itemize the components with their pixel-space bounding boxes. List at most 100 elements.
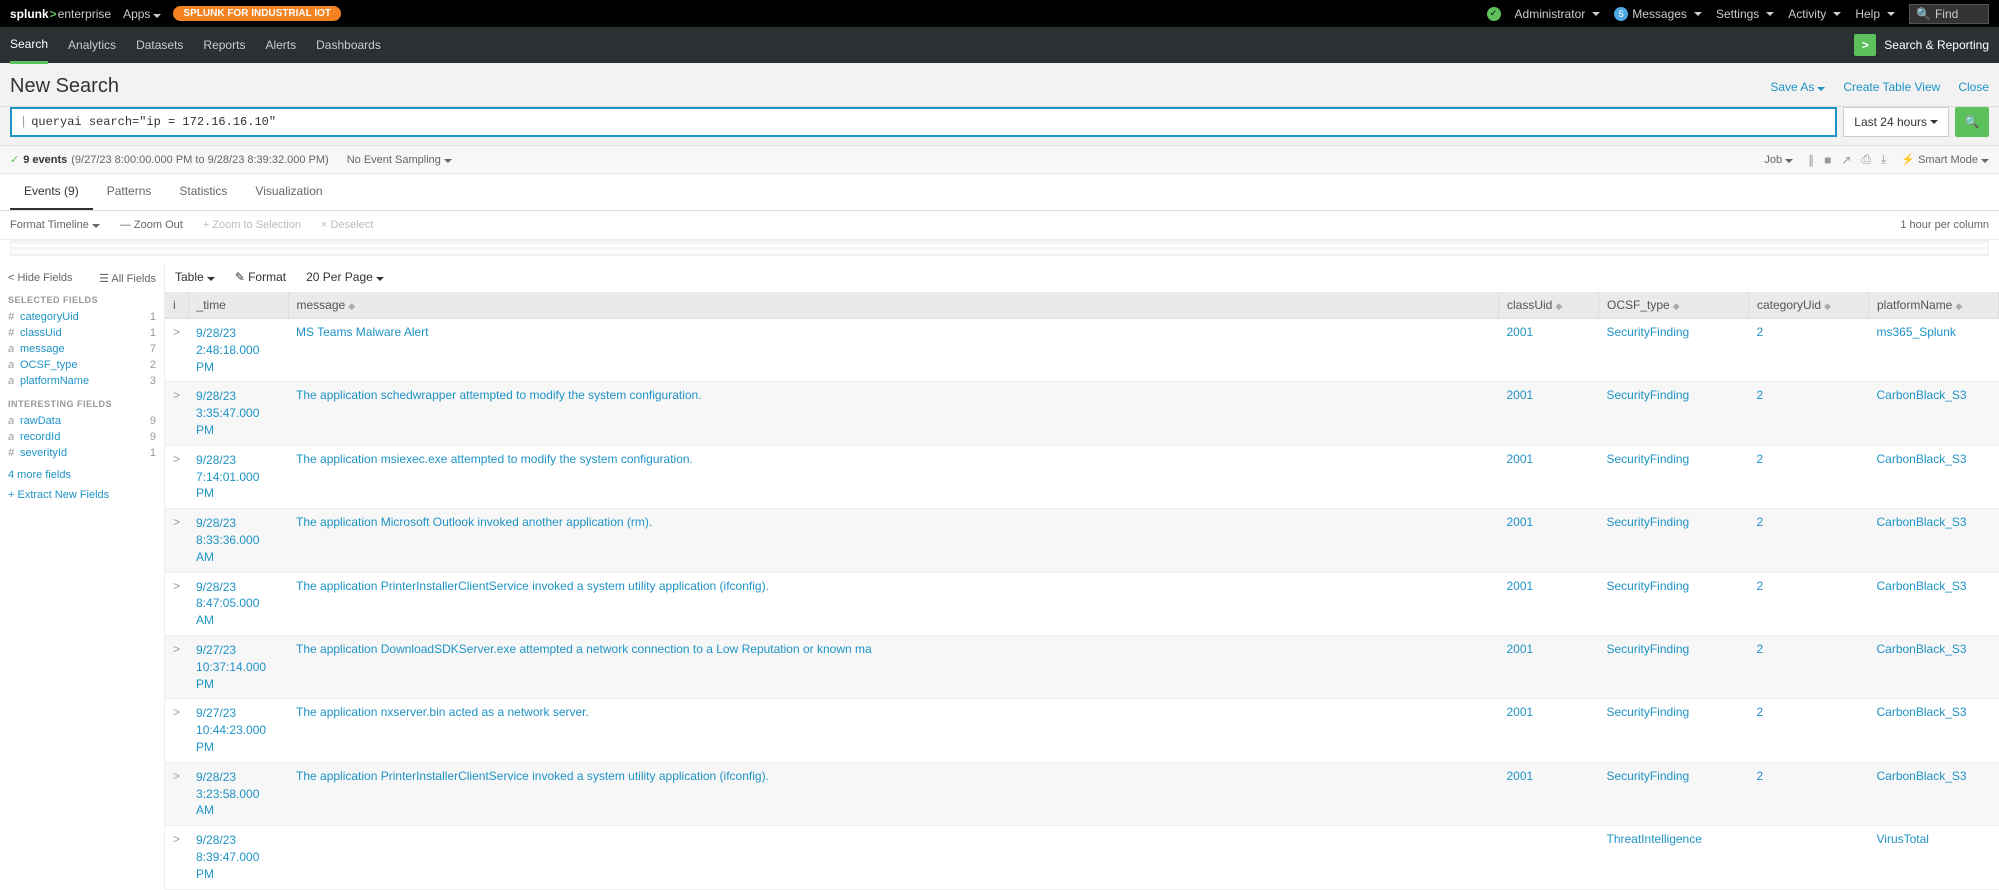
nav-datasets[interactable]: Datasets (136, 28, 183, 62)
job-menu[interactable]: Job (1764, 154, 1793, 166)
time-range-picker[interactable]: Last 24 hours (1843, 107, 1949, 137)
cell-categoryuid[interactable]: 2 (1749, 635, 1869, 698)
cell-ocsf[interactable]: SecurityFinding (1599, 635, 1749, 698)
field-item[interactable]: arecordId9 (8, 429, 156, 445)
cell-classuid[interactable]: 2001 (1499, 635, 1599, 698)
col-categoryuid[interactable]: categoryUid◆ (1749, 292, 1869, 319)
expand-row[interactable]: > (165, 319, 188, 382)
cell-time[interactable]: 9/28/23 3:23:58.000 AM (188, 762, 288, 825)
cell-ocsf[interactable]: SecurityFinding (1599, 319, 1749, 382)
format-timeline[interactable]: Format Timeline (10, 219, 100, 231)
cell-ocsf[interactable]: ThreatIntelligence (1599, 826, 1749, 889)
tab-visualization[interactable]: Visualization (241, 174, 336, 210)
table-view-menu[interactable]: Table (175, 270, 215, 284)
search-input[interactable]: | queryai search="ip = 172.16.16.10" (10, 107, 1837, 137)
cell-platform[interactable]: CarbonBlack_S3 (1869, 445, 1999, 508)
cell-classuid[interactable]: 2001 (1499, 572, 1599, 635)
field-item[interactable]: #severityId1 (8, 445, 156, 461)
cell-classuid[interactable]: 2001 (1499, 509, 1599, 572)
expand-row[interactable]: > (165, 762, 188, 825)
all-fields[interactable]: ☰ All Fields (99, 272, 156, 285)
cell-platform[interactable]: CarbonBlack_S3 (1869, 762, 1999, 825)
tab-events[interactable]: Events (9) (10, 174, 93, 210)
cell-time[interactable]: 9/28/23 2:48:18.000 PM (188, 319, 288, 382)
cell-message[interactable]: The application PrinterInstallerClientSe… (288, 572, 1498, 635)
cell-categoryuid[interactable]: 2 (1749, 445, 1869, 508)
cell-categoryuid[interactable]: 2 (1749, 572, 1869, 635)
cell-classuid[interactable]: 2001 (1499, 445, 1599, 508)
col-info[interactable]: i (165, 292, 188, 319)
cell-message[interactable]: MS Teams Malware Alert (288, 319, 1498, 382)
share-icon[interactable]: ↗ (1841, 153, 1851, 167)
cell-platform[interactable]: CarbonBlack_S3 (1869, 509, 1999, 572)
cell-time[interactable]: 9/27/23 10:37:14.000 PM (188, 635, 288, 698)
cell-classuid[interactable]: 2001 (1499, 319, 1599, 382)
cell-categoryuid[interactable] (1749, 826, 1869, 889)
cell-message[interactable]: The application nxserver.bin acted as a … (288, 699, 1498, 762)
field-item[interactable]: amessage7 (8, 341, 156, 357)
col-time[interactable]: _time (188, 292, 288, 319)
settings-menu[interactable]: Settings (1716, 7, 1774, 21)
event-sampling-menu[interactable]: No Event Sampling (347, 154, 452, 166)
hide-fields[interactable]: < Hide Fields (8, 272, 73, 285)
expand-row[interactable]: > (165, 382, 188, 445)
cell-categoryuid[interactable]: 2 (1749, 382, 1869, 445)
cell-time[interactable]: 9/28/23 3:35:47.000 PM (188, 382, 288, 445)
cell-categoryuid[interactable]: 2 (1749, 319, 1869, 382)
expand-row[interactable]: > (165, 635, 188, 698)
per-page-menu[interactable]: 20 Per Page (306, 270, 384, 284)
cell-message[interactable]: The application msiexec.exe attempted to… (288, 445, 1498, 508)
export-icon[interactable]: ⤓ (1881, 152, 1886, 167)
health-icon[interactable]: ✓ (1487, 7, 1501, 21)
cell-message[interactable]: The application schedwrapper attempted t… (288, 382, 1498, 445)
cell-platform[interactable]: CarbonBlack_S3 (1869, 382, 1999, 445)
search-button[interactable]: 🔍 (1955, 107, 1989, 137)
cell-categoryuid[interactable]: 2 (1749, 509, 1869, 572)
expand-row[interactable]: > (165, 445, 188, 508)
nav-alerts[interactable]: Alerts (265, 28, 296, 62)
nav-reports[interactable]: Reports (203, 28, 245, 62)
cell-classuid[interactable]: 2001 (1499, 699, 1599, 762)
brand-logo[interactable]: splunk>enterprise (10, 7, 111, 21)
cell-ocsf[interactable]: SecurityFinding (1599, 762, 1749, 825)
print-icon[interactable]: ⎙ (1861, 152, 1871, 167)
field-item[interactable]: #classUid1 (8, 325, 156, 341)
tab-statistics[interactable]: Statistics (165, 174, 241, 210)
cell-ocsf[interactable]: SecurityFinding (1599, 699, 1749, 762)
field-item[interactable]: #categoryUid1 (8, 309, 156, 325)
field-item[interactable]: arawData9 (8, 413, 156, 429)
cell-message[interactable]: The application PrinterInstallerClientSe… (288, 762, 1498, 825)
extract-new-fields[interactable]: + Extract New Fields (8, 489, 156, 501)
create-table-view-button[interactable]: Create Table View (1843, 80, 1940, 94)
nav-analytics[interactable]: Analytics (68, 28, 116, 62)
search-reporting-link[interactable]: > Search & Reporting (1854, 34, 1989, 56)
nav-search[interactable]: Search (10, 27, 48, 64)
cell-platform[interactable]: VirusTotal (1869, 826, 1999, 889)
cell-ocsf[interactable]: SecurityFinding (1599, 382, 1749, 445)
expand-row[interactable]: > (165, 509, 188, 572)
messages-menu[interactable]: 5Messages (1614, 7, 1702, 21)
cell-classuid[interactable] (1499, 826, 1599, 889)
cell-categoryuid[interactable]: 2 (1749, 699, 1869, 762)
cell-platform[interactable]: CarbonBlack_S3 (1869, 635, 1999, 698)
tab-patterns[interactable]: Patterns (93, 174, 166, 210)
cell-ocsf[interactable]: SecurityFinding (1599, 572, 1749, 635)
format-menu[interactable]: ✎ Format (235, 270, 286, 284)
stop-icon[interactable]: ■ (1824, 153, 1831, 167)
activity-menu[interactable]: Activity (1788, 7, 1841, 21)
app-pill[interactable]: SPLUNK FOR INDUSTRIAL IOT (173, 6, 341, 21)
administrator-menu[interactable]: Administrator (1515, 7, 1601, 21)
cell-ocsf[interactable]: SecurityFinding (1599, 509, 1749, 572)
col-platformname[interactable]: platformName◆ (1869, 292, 1999, 319)
cell-time[interactable]: 9/27/23 10:44:23.000 PM (188, 699, 288, 762)
cell-message[interactable]: The application Microsoft Outlook invoke… (288, 509, 1498, 572)
cell-ocsf[interactable]: SecurityFinding (1599, 445, 1749, 508)
cell-message[interactable] (288, 826, 1498, 889)
cell-platform[interactable]: ms365_Splunk (1869, 319, 1999, 382)
cell-platform[interactable]: CarbonBlack_S3 (1869, 699, 1999, 762)
col-classuid[interactable]: classUid◆ (1499, 292, 1599, 319)
close-button[interactable]: Close (1958, 80, 1989, 94)
cell-platform[interactable]: CarbonBlack_S3 (1869, 572, 1999, 635)
apps-menu[interactable]: Apps (123, 7, 161, 21)
cell-classuid[interactable]: 2001 (1499, 762, 1599, 825)
